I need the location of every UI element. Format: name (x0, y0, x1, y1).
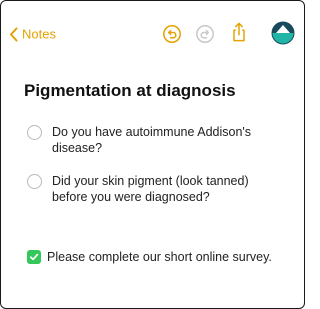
chevron-left-icon (10, 27, 18, 41)
checkmark-icon[interactable] (27, 250, 41, 264)
back-button[interactable]: Notes (9, 27, 56, 42)
share-icon[interactable] (229, 22, 249, 42)
question-text[interactable]: Did your skin pigment (look tanned) befo… (52, 173, 287, 205)
undo-icon[interactable] (162, 24, 182, 44)
checklist-item: Please complete our short online survey. (27, 250, 272, 264)
unchecked-circle-icon[interactable] (27, 174, 42, 189)
avatar[interactable] (271, 21, 295, 45)
unchecked-circle-icon[interactable] (27, 125, 42, 140)
toolbar: Notes (1, 1, 304, 45)
notes-window: Notes Pigmentation at diagnosis Do you h… (0, 0, 305, 309)
list-item: Did your skin pigment (look tanned) befo… (27, 173, 287, 205)
note-title: Pigmentation at diagnosis (24, 81, 236, 100)
checklist-text[interactable]: Please complete our short online survey. (47, 250, 272, 264)
list-item: Do you have autoimmune Addison's disease… (27, 124, 287, 156)
redo-icon[interactable] (195, 24, 215, 44)
back-label: Notes (22, 26, 56, 42)
question-text[interactable]: Do you have autoimmune Addison's disease… (52, 124, 287, 156)
